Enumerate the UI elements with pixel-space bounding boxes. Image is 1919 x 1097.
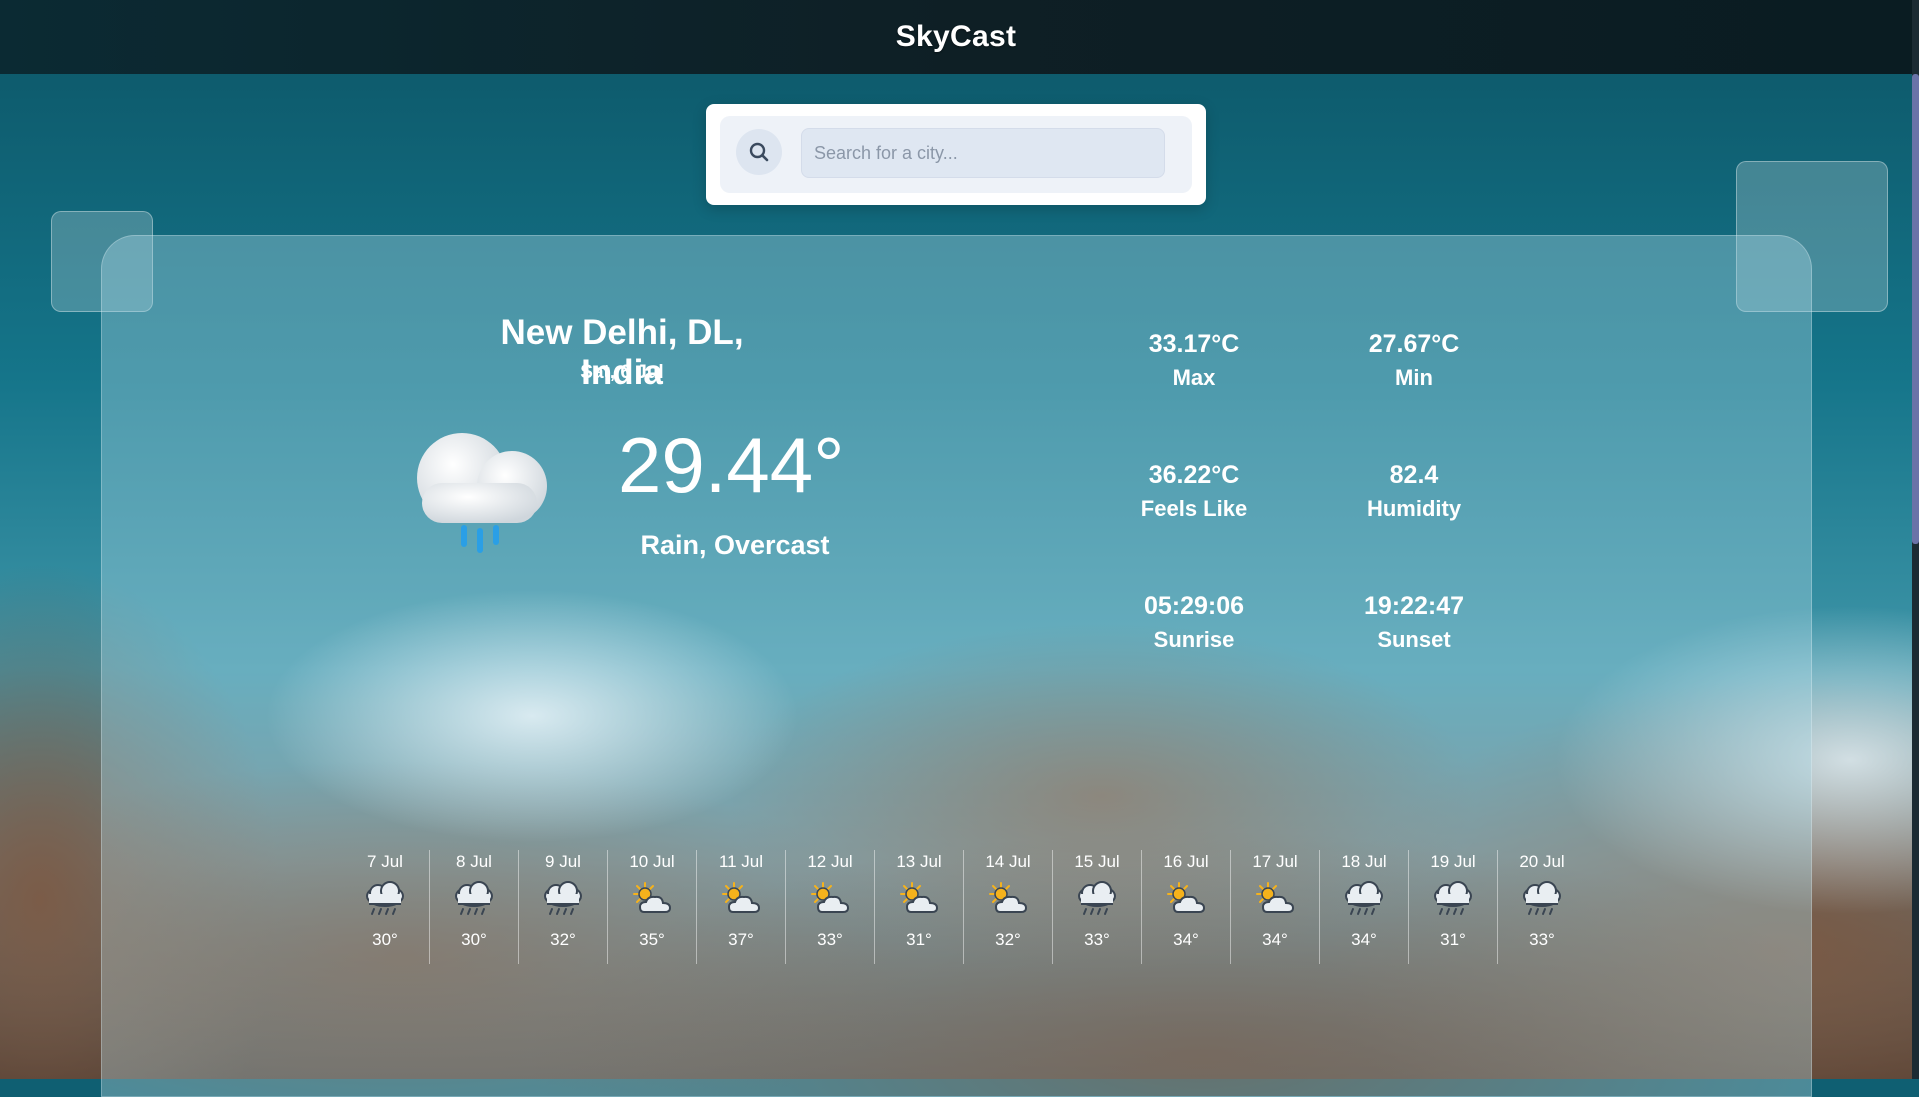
partly-cloudy-icon bbox=[1251, 880, 1299, 920]
stat-humidity-label: Humidity bbox=[1366, 496, 1462, 521]
stat-feels-like-value: 36.22°C bbox=[1148, 461, 1240, 489]
rain-icon bbox=[1429, 880, 1477, 920]
rain-cloud-icon bbox=[417, 433, 547, 553]
stat-max-label: Max bbox=[1172, 365, 1216, 390]
forecast-day: 9 Jul 32° bbox=[519, 850, 608, 964]
stat-sunset: 19:22:47 Sunset bbox=[1329, 592, 1499, 653]
scrollbar[interactable] bbox=[1912, 0, 1919, 1079]
current-date: Sat, 6 Jul bbox=[580, 362, 664, 383]
rain-icon bbox=[1340, 880, 1388, 920]
daily-forecast: 7 Jul 30° 8 Jul 30° 9 Jul 32° 10 Jul 35° 11 Jul 3… bbox=[341, 850, 1586, 964]
forecast-day: 17 Jul 34° bbox=[1231, 850, 1320, 964]
rain-icon bbox=[450, 880, 498, 920]
forecast-temp: 34° bbox=[1262, 930, 1288, 949]
forecast-date: 17 Jul bbox=[1252, 852, 1298, 871]
forecast-temp: 30° bbox=[372, 930, 398, 949]
weather-card bbox=[101, 235, 1812, 1097]
forecast-date: 8 Jul bbox=[456, 852, 492, 871]
forecast-date: 11 Jul bbox=[718, 852, 764, 871]
forecast-day: 19 Jul 31° bbox=[1409, 850, 1498, 964]
forecast-temp: 34° bbox=[1351, 930, 1377, 949]
stat-max: 33.17°C Max bbox=[1109, 330, 1279, 391]
stat-min-value: 27.67°C bbox=[1368, 330, 1460, 358]
stat-feels-like: 36.22°C Feels Like bbox=[1109, 461, 1279, 522]
forecast-date: 13 Jul bbox=[896, 852, 942, 871]
forecast-day: 8 Jul 30° bbox=[430, 850, 519, 964]
rain-icon bbox=[539, 880, 587, 920]
search-input[interactable] bbox=[801, 128, 1165, 178]
forecast-temp: 33° bbox=[817, 930, 843, 949]
rain-icon bbox=[1073, 880, 1121, 920]
weather-condition: Rain, Overcast bbox=[640, 530, 830, 560]
forecast-date: 18 Jul bbox=[1341, 852, 1387, 871]
forecast-temp: 34° bbox=[1173, 930, 1199, 949]
partly-cloudy-icon bbox=[1162, 880, 1210, 920]
current-temperature: 29.44° bbox=[618, 421, 845, 509]
stat-sunset-label: Sunset bbox=[1377, 627, 1451, 652]
forecast-date: 15 Jul bbox=[1074, 852, 1120, 871]
forecast-date: 19 Jul bbox=[1430, 852, 1476, 871]
forecast-date: 12 Jul bbox=[807, 852, 853, 871]
search-panel bbox=[706, 104, 1206, 205]
partly-cloudy-icon bbox=[806, 880, 854, 920]
stat-humidity: 82.4 Humidity bbox=[1329, 461, 1499, 522]
stat-min: 27.67°C Min bbox=[1329, 330, 1499, 391]
rain-icon bbox=[361, 880, 409, 920]
stat-sunrise-value: 05:29:06 bbox=[1143, 592, 1245, 620]
stat-max-value: 33.17°C bbox=[1148, 330, 1240, 358]
forecast-day: 15 Jul 33° bbox=[1053, 850, 1142, 964]
search-icon bbox=[749, 142, 769, 162]
stat-feels-like-label: Feels Like bbox=[1140, 496, 1248, 521]
scrollbar-thumb[interactable] bbox=[1912, 74, 1919, 544]
partly-cloudy-icon bbox=[628, 880, 676, 920]
partly-cloudy-icon bbox=[895, 880, 943, 920]
forecast-temp: 31° bbox=[1440, 930, 1466, 949]
forecast-date: 20 Jul bbox=[1519, 852, 1565, 871]
stat-sunrise: 05:29:06 Sunrise bbox=[1109, 592, 1279, 653]
forecast-day: 11 Jul 37° bbox=[697, 850, 786, 964]
rain-icon bbox=[1518, 880, 1566, 920]
forecast-day: 14 Jul 32° bbox=[964, 850, 1053, 964]
forecast-temp: 31° bbox=[906, 930, 932, 949]
app-header: SkyCast bbox=[0, 0, 1912, 74]
forecast-temp: 32° bbox=[995, 930, 1021, 949]
forecast-temp: 37° bbox=[728, 930, 754, 949]
forecast-temp: 32° bbox=[550, 930, 576, 949]
forecast-day: 13 Jul 31° bbox=[875, 850, 964, 964]
app-title: SkyCast bbox=[895, 20, 1017, 53]
card-background-blur bbox=[102, 536, 1811, 1096]
stat-min-label: Min bbox=[1395, 365, 1433, 390]
forecast-date: 9 Jul bbox=[545, 852, 581, 871]
partly-cloudy-icon bbox=[717, 880, 765, 920]
forecast-day: 18 Jul 34° bbox=[1320, 850, 1409, 964]
stat-sunrise-label: Sunrise bbox=[1153, 627, 1235, 652]
stat-humidity-value: 82.4 bbox=[1389, 461, 1439, 489]
forecast-date: 14 Jul bbox=[985, 852, 1031, 871]
forecast-temp: 30° bbox=[461, 930, 487, 949]
stat-sunset-value: 19:22:47 bbox=[1363, 592, 1465, 620]
forecast-day: 7 Jul 30° bbox=[341, 850, 430, 964]
forecast-day: 10 Jul 35° bbox=[608, 850, 697, 964]
partly-cloudy-icon bbox=[984, 880, 1032, 920]
forecast-temp: 35° bbox=[639, 930, 665, 949]
forecast-date: 16 Jul bbox=[1163, 852, 1209, 871]
forecast-date: 7 Jul bbox=[367, 852, 403, 871]
forecast-temp: 33° bbox=[1529, 930, 1555, 949]
forecast-day: 20 Jul 33° bbox=[1498, 850, 1586, 964]
forecast-day: 16 Jul 34° bbox=[1142, 850, 1231, 964]
forecast-day: 12 Jul 33° bbox=[786, 850, 875, 964]
forecast-temp: 33° bbox=[1084, 930, 1110, 949]
forecast-date: 10 Jul bbox=[629, 852, 675, 871]
search-button[interactable] bbox=[736, 129, 782, 175]
